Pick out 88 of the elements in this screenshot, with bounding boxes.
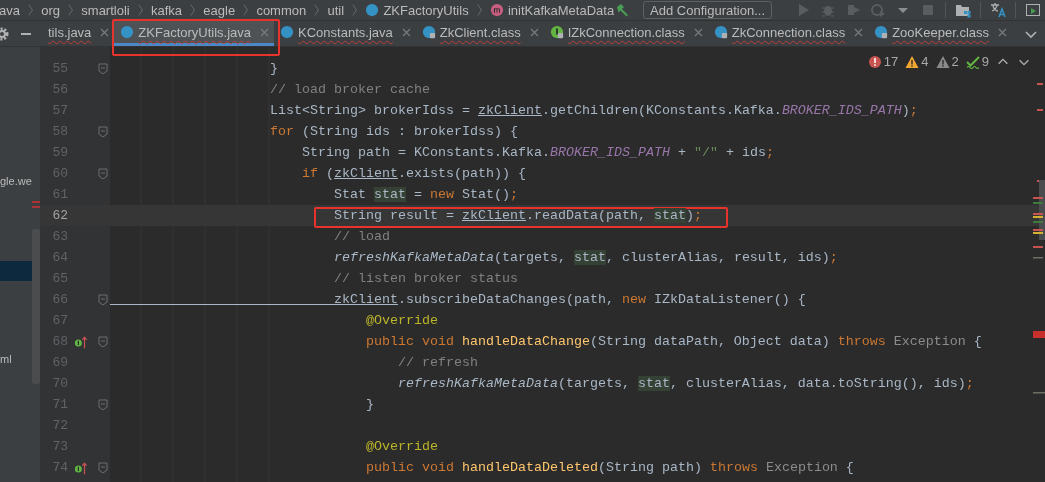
inspection-count[interactable]: 4 bbox=[921, 54, 929, 69]
code-line: // load bbox=[332, 228, 390, 246]
code-line: Stat stat = new Stat(); bbox=[332, 186, 518, 204]
class-icon bbox=[365, 3, 380, 17]
code-line: refreshKafkaMetaData(targets, stat, clusterAlias, result, ids); bbox=[332, 249, 838, 267]
change-marker-icon bbox=[32, 201, 40, 208]
editor-tab[interactable]: IZkConnection.class bbox=[543, 21, 708, 46]
fold-icon[interactable] bbox=[98, 293, 108, 306]
weak-warning-icon[interactable] bbox=[935, 54, 950, 69]
implements-icon[interactable] bbox=[74, 460, 88, 475]
package-breadcrumb[interactable]: common bbox=[256, 2, 307, 18]
chevron-right-icon bbox=[313, 2, 321, 18]
locked-class-icon bbox=[713, 25, 728, 39]
locked-class-icon bbox=[421, 25, 436, 39]
chevron-right-icon bbox=[242, 2, 250, 18]
editor-tab[interactable]: tils.java bbox=[42, 21, 115, 46]
package-breadcrumb[interactable]: org bbox=[41, 2, 61, 18]
editor-tab[interactable]: ZooKeeper.class bbox=[868, 21, 1012, 46]
code-line: public void handleDataChange(String dataPath, Object data) throws Exception { bbox=[364, 333, 982, 351]
code-line: public void handleDataDeleted(String path) throws Exception { bbox=[364, 459, 854, 477]
close-icon[interactable] bbox=[998, 27, 1007, 37]
fold-icon[interactable] bbox=[98, 335, 108, 348]
error-icon[interactable] bbox=[867, 54, 882, 69]
close-icon[interactable] bbox=[854, 27, 864, 37]
close-icon[interactable] bbox=[401, 27, 411, 37]
fold-icon[interactable] bbox=[98, 461, 108, 474]
chevron-right-icon bbox=[26, 2, 35, 18]
package-breadcrumb[interactable]: smartloli bbox=[81, 2, 130, 18]
implements-icon[interactable] bbox=[74, 334, 88, 349]
fold-icon[interactable] bbox=[98, 398, 108, 411]
project-tree-item[interactable]: gle.we bbox=[0, 171, 32, 191]
editor-tab[interactable]: ZkClient.class bbox=[415, 21, 544, 46]
code-line: @Override bbox=[364, 438, 438, 456]
add-configuration-button[interactable]: Add Configuration... bbox=[643, 1, 772, 19]
coverage-icon[interactable] bbox=[845, 2, 861, 18]
project-structure-icon[interactable] bbox=[955, 2, 971, 18]
editor-tab[interactable]: ZKFactoryUtils.java bbox=[114, 21, 275, 46]
chevron-right-icon bbox=[475, 2, 483, 18]
package-breadcrumb[interactable]: eagle bbox=[203, 2, 236, 18]
package-breadcrumb[interactable]: util bbox=[327, 2, 345, 18]
class-icon bbox=[120, 25, 135, 39]
close-icon[interactable] bbox=[693, 27, 703, 37]
code-line: @Override bbox=[364, 312, 438, 330]
editor-tab[interactable]: ZkConnection.class bbox=[707, 21, 869, 46]
code-line: // refresh bbox=[396, 354, 478, 372]
chevron-right-icon bbox=[351, 2, 359, 18]
chevron-right-icon bbox=[136, 2, 144, 18]
hammer-icon[interactable] bbox=[614, 2, 631, 18]
locked-interface-icon bbox=[549, 25, 564, 39]
editor-tab[interactable]: KConstants.java bbox=[274, 21, 416, 46]
locked-class-icon bbox=[874, 25, 889, 39]
code-line: List<String> brokerIdss = zkClient.getChildren(KConstants.Kafka.BROKER_IDS_PATH); bbox=[268, 102, 918, 120]
fold-icon[interactable] bbox=[98, 167, 108, 180]
method-breadcrumb[interactable]: initKafkaMetaData bbox=[507, 2, 615, 18]
code-line: if (zkClient.exists(path)) { bbox=[300, 165, 526, 183]
inspection-count[interactable]: 9 bbox=[981, 54, 989, 69]
code-line: // listen broker status bbox=[332, 270, 518, 288]
method-icon bbox=[489, 3, 504, 17]
close-icon[interactable] bbox=[100, 27, 110, 37]
inspection-count[interactable]: 2 bbox=[951, 54, 959, 69]
code-line: String path = KConstants.Kafka.BROKER_IDS_PATH + "/" + ids; bbox=[300, 144, 774, 162]
project-tree-item[interactable]: ml bbox=[0, 349, 32, 369]
package-breadcrumb[interactable]: kafka bbox=[150, 2, 183, 18]
close-icon[interactable] bbox=[260, 27, 270, 37]
code-line: String result = zkClient.readData(path, stat); bbox=[332, 207, 702, 225]
stop-icon[interactable] bbox=[920, 2, 936, 18]
inspection-count[interactable]: 17 bbox=[883, 54, 899, 69]
fold-icon[interactable] bbox=[98, 125, 108, 138]
run-window-icon[interactable] bbox=[1025, 2, 1041, 18]
code-line: for (String ids : brokerIdss) { bbox=[268, 123, 518, 141]
translate-icon[interactable] bbox=[990, 2, 1006, 18]
code-line: refreshKafkaMetaData(targets, stat, clusterAlias, data.toString(), ids); bbox=[396, 375, 974, 393]
package-breadcrumb[interactable]: ava bbox=[0, 2, 20, 18]
profile-icon[interactable] bbox=[870, 2, 886, 18]
chevron-right-icon bbox=[67, 2, 75, 18]
code-line: } bbox=[364, 396, 374, 414]
scrollbar-thumb[interactable] bbox=[32, 229, 40, 384]
class-breadcrumb[interactable]: ZKFactoryUtils bbox=[383, 2, 469, 18]
class-icon bbox=[280, 25, 295, 39]
code-line: zkClient.subscribeDataChanges(path, new IZkDataListener() { bbox=[332, 291, 806, 309]
code-line: } bbox=[268, 60, 278, 78]
code-line: // load broker cache bbox=[268, 81, 430, 99]
line-number: 62 bbox=[51, 208, 68, 223]
close-icon[interactable] bbox=[529, 27, 539, 37]
warning-icon[interactable] bbox=[905, 54, 920, 69]
typo-check-icon[interactable] bbox=[965, 54, 980, 69]
chevron-right-icon bbox=[189, 2, 197, 18]
fold-icon[interactable] bbox=[98, 62, 108, 75]
